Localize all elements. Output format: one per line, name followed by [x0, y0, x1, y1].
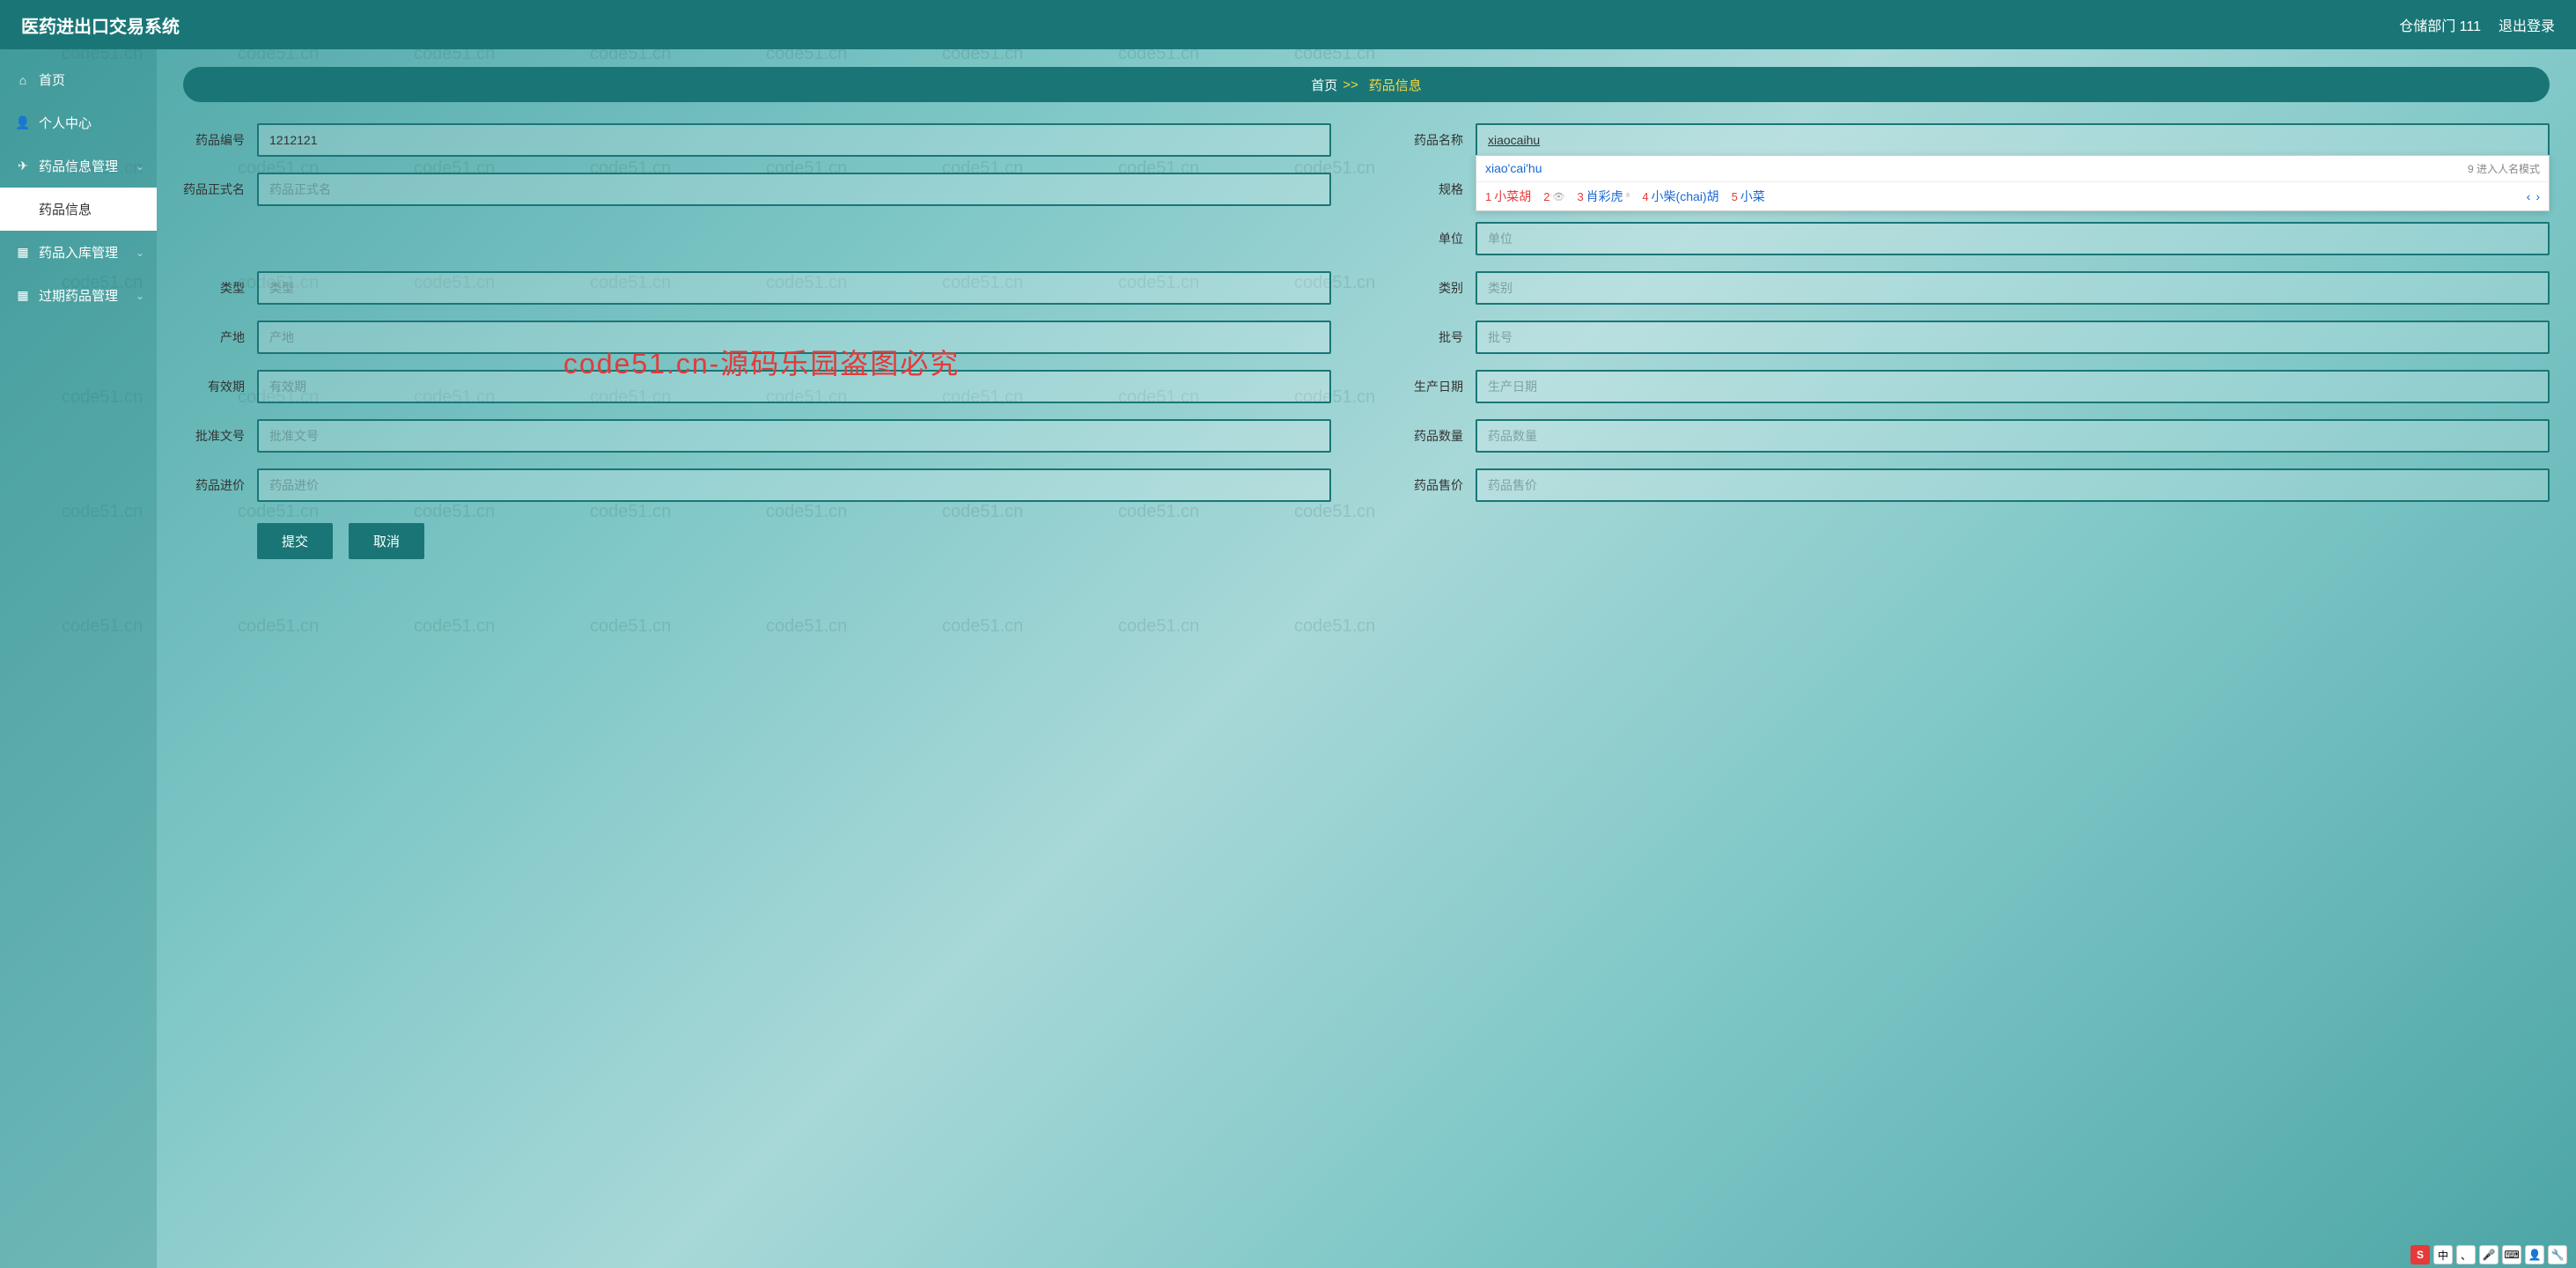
ime-tools-icon[interactable]: 🔧 [2548, 1245, 2567, 1264]
sidebar-item-label: 药品信息 [39, 200, 92, 218]
code-label: 药品编号 [183, 131, 245, 149]
ime-voice-icon[interactable]: 🎤 [2479, 1245, 2499, 1264]
chevron-down-icon: ⌄ [136, 160, 144, 173]
ime-candidate[interactable]: 5小菜 [1732, 188, 1765, 205]
chevron-down-icon: ⌄ [136, 290, 144, 302]
buyprice-input[interactable] [257, 468, 1331, 502]
batchno-label: 批号 [1402, 328, 1463, 346]
category-label: 类别 [1402, 279, 1463, 297]
ime-lang-icon[interactable]: 中 [2433, 1245, 2453, 1264]
sidebar-item-home[interactable]: ⌂ 首页 [0, 58, 157, 101]
sogou-logo-icon[interactable]: S [2410, 1245, 2430, 1264]
type-input[interactable] [257, 271, 1331, 305]
ime-candidate[interactable]: 3肖彩虎⁸ [1577, 188, 1630, 205]
ime-popup: xiao'cai'hu 9 进入人名模式 1小菜胡 2👁 3肖彩虎⁸ 4小柴(c… [1476, 155, 2550, 211]
unit-label: 单位 [1402, 230, 1463, 247]
person-icon: ⁸ [1626, 191, 1630, 202]
main-content: 首页 >> 药品信息 药品编号 药品名称 xiao'cai'hu 9 进入人名模… [157, 49, 2576, 1268]
qty-label: 药品数量 [1402, 427, 1463, 445]
send-icon: ✈ [16, 159, 30, 173]
header: 医药进出口交易系统 仓储部门 111 退出登录 [0, 0, 2576, 49]
sidebar-item-inbound-mgmt[interactable]: ▦ 药品入库管理 ⌄ [0, 231, 157, 274]
sidebar-item-label: 首页 [39, 70, 65, 89]
taskbar-ime: S 中 、 🎤 ⌨ 👤 🔧 [2410, 1245, 2567, 1264]
unit-input[interactable] [1476, 222, 2550, 255]
eye-icon: 👁 [1552, 191, 1564, 203]
sidebar: ⌂ 首页 👤 个人中心 ✈ 药品信息管理 ⌄ 药品信息 ▦ 药品入库管理 ⌄ ▦… [0, 49, 157, 1268]
buyprice-label: 药品进价 [183, 476, 245, 494]
sellprice-label: 药品售价 [1402, 476, 1463, 494]
approval-input[interactable] [257, 419, 1331, 453]
ime-candidates: 1小菜胡 2👁 3肖彩虎⁸ 4小柴(chai)胡 5小菜 ‹ › [1476, 182, 2549, 210]
ime-prev-icon[interactable]: ‹ [2527, 189, 2531, 203]
app-title: 医药进出口交易系统 [21, 12, 180, 38]
ime-candidate[interactable]: 4小柴(chai)胡 [1642, 188, 1719, 205]
grid-icon: ▦ [16, 289, 30, 303]
breadcrumb-sep: >> [1343, 77, 1358, 92]
breadcrumb-current: 药品信息 [1369, 76, 1422, 94]
name-label: 药品名称 [1402, 131, 1463, 149]
ime-input-text: xiao'cai'hu [1485, 161, 1542, 176]
ime-skin-icon[interactable]: 👤 [2525, 1245, 2544, 1264]
sellprice-input[interactable] [1476, 468, 2550, 502]
sidebar-item-expired-mgmt[interactable]: ▦ 过期药品管理 ⌄ [0, 274, 157, 317]
category-input[interactable] [1476, 271, 2550, 305]
ime-candidate[interactable]: 1小菜胡 [1485, 188, 1531, 205]
sidebar-item-label: 药品入库管理 [39, 243, 118, 262]
origin-label: 产地 [183, 328, 245, 346]
logout-button[interactable]: 退出登录 [2499, 14, 2555, 35]
expiry-input[interactable] [257, 370, 1331, 403]
qty-input[interactable] [1476, 419, 2550, 453]
name-input[interactable] [1476, 123, 2550, 157]
user-label[interactable]: 仓储部门 111 [2399, 14, 2481, 35]
ime-candidate[interactable]: 2👁 [1543, 190, 1564, 203]
expiry-label: 有效期 [183, 378, 245, 395]
fullname-input[interactable] [257, 173, 1331, 206]
ime-hint: 9 进入人名模式 [2468, 161, 2540, 176]
ime-punct-icon[interactable]: 、 [2456, 1245, 2476, 1264]
grid-icon: ▦ [16, 246, 30, 260]
chevron-down-icon: ⌄ [136, 247, 144, 259]
approval-label: 批准文号 [183, 427, 245, 445]
type-label: 类型 [183, 279, 245, 297]
ime-keyboard-icon[interactable]: ⌨ [2502, 1245, 2521, 1264]
sidebar-item-label: 药品信息管理 [39, 157, 118, 175]
breadcrumb-home[interactable]: 首页 [1311, 76, 1337, 94]
origin-input[interactable] [257, 321, 1331, 354]
sidebar-item-medicine-info[interactable]: 药品信息 [0, 188, 157, 231]
sidebar-item-profile[interactable]: 👤 个人中心 [0, 101, 157, 144]
code-input[interactable] [257, 123, 1331, 157]
form: 药品编号 药品名称 xiao'cai'hu 9 进入人名模式 1小菜胡 2👁 3… [183, 123, 2550, 502]
user-icon: 👤 [16, 116, 30, 130]
batchno-input[interactable] [1476, 321, 2550, 354]
submit-button[interactable]: 提交 [257, 523, 333, 559]
spec-label: 规格 [1402, 181, 1463, 198]
sidebar-item-medicine-info-mgmt[interactable]: ✈ 药品信息管理 ⌄ [0, 144, 157, 188]
proddate-label: 生产日期 [1402, 378, 1463, 395]
ime-next-icon[interactable]: › [2536, 189, 2540, 203]
header-right: 仓储部门 111 退出登录 [2399, 14, 2555, 35]
sidebar-item-label: 过期药品管理 [39, 286, 118, 305]
proddate-input[interactable] [1476, 370, 2550, 403]
breadcrumb: 首页 >> 药品信息 [183, 67, 2550, 102]
sidebar-item-label: 个人中心 [39, 114, 92, 132]
cancel-button[interactable]: 取消 [349, 523, 424, 559]
blank-icon [16, 203, 30, 217]
home-icon: ⌂ [16, 73, 30, 87]
fullname-label: 药品正式名 [183, 181, 245, 198]
